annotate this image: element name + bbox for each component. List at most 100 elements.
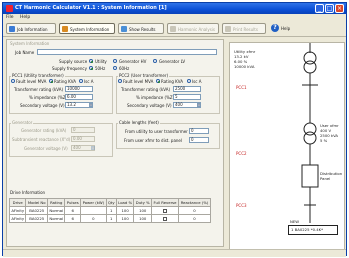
pcc1-row-label: % impedance (%Z)	[29, 95, 68, 100]
job-name-label: Job Name	[15, 50, 35, 55]
radio-label: Isc A	[84, 79, 94, 84]
tab-system-information[interactable]: System Information	[59, 23, 115, 34]
column-header: Model No	[25, 198, 49, 207]
pcc2-radio-isc[interactable]	[187, 79, 191, 83]
drive-information-table: Drive Model No Rating Pulses Power (kW) …	[8, 198, 211, 223]
pcc1-radio-rating[interactable]	[49, 79, 53, 83]
chevron-down-icon[interactable]: ▾	[89, 103, 93, 107]
qty-cell[interactable]: 1	[105, 206, 117, 215]
job-name-input[interactable]	[37, 49, 217, 55]
pcc2-row-label: % impedance (%Z)	[136, 95, 175, 100]
generator-row-label: Generator voltage (V)	[24, 146, 68, 151]
pcc2-impedance-input[interactable]: 5	[173, 94, 201, 100]
model-cell[interactable]: BA0225	[25, 214, 49, 223]
pulses-cell[interactable]: 6	[64, 206, 82, 215]
radio-label: Utility	[95, 59, 107, 64]
minimize-button[interactable]: _	[315, 4, 324, 13]
model-cell[interactable]: BA0225	[25, 206, 49, 215]
radio-label: 50Hz	[95, 66, 106, 71]
app-window: CT Harmonic Calculator V1.1 : System Inf…	[2, 2, 347, 257]
rating-cell[interactable]: Normal	[47, 214, 66, 223]
table-row[interactable]: AFinity BA0225 Normal 6 0 1 100 100 0	[8, 214, 211, 223]
table-header-row: Drive Model No Rating Pulses Power (kW) …	[8, 198, 211, 207]
load-cell[interactable]: 100	[115, 214, 135, 223]
cable-row-label: From utility to user transformer	[125, 129, 188, 134]
network-icon	[62, 26, 68, 32]
app-icon	[6, 5, 13, 12]
rating-cell[interactable]: Normal	[47, 206, 66, 215]
column-header: Qty	[105, 198, 117, 207]
column-header: Reactance (%)	[178, 198, 211, 207]
pulses-cell[interactable]: 6	[64, 214, 82, 223]
cable-lengths-group	[116, 123, 220, 149]
tab-job-information[interactable]: Job Information	[6, 23, 56, 34]
help-icon: ?	[271, 24, 279, 32]
reactance-cell[interactable]: 0	[178, 214, 211, 223]
generator-rating-input: 0	[71, 127, 95, 133]
power-cell[interactable]: 0	[80, 214, 107, 223]
chevron-down-icon[interactable]: ▾	[197, 103, 201, 107]
tab-help[interactable]: ? Help	[269, 23, 297, 34]
load-cell[interactable]: 100	[115, 206, 135, 215]
tab-print-results: Print Results	[222, 23, 266, 34]
cable-utility-to-user-input[interactable]: 0	[189, 128, 209, 134]
duty-cell[interactable]: 100	[133, 214, 152, 223]
user-xfmr-info: User xfmr 400 V 2500 kVA 5 %	[320, 123, 339, 143]
pcc2-radio-rating[interactable]	[156, 79, 160, 83]
reverse-cell[interactable]	[150, 214, 180, 223]
table-row[interactable]: AFinity BA0225 Normal 6 1 100 100 0	[8, 206, 211, 215]
tab-label: System Information	[70, 27, 110, 32]
pcc2-radio-fault-level[interactable]	[118, 79, 122, 83]
pcc1-impedance-input[interactable]: 6.00	[65, 94, 93, 100]
tab-label: Print Results	[233, 27, 258, 32]
radio-50hz[interactable]	[89, 66, 93, 70]
cable-row-label: From user xfmr to dist. panel	[124, 138, 182, 143]
duty-cell[interactable]: 100	[133, 206, 152, 215]
pcc2-transformer-rating-input[interactable]: 2500	[173, 86, 201, 92]
user-xfmr-impedance: 5 %	[320, 138, 328, 143]
radio-label: Rating KVA	[161, 79, 184, 84]
column-header: Power (kW)	[80, 198, 107, 207]
document-icon	[9, 26, 15, 32]
results-icon	[121, 26, 127, 32]
qty-cell[interactable]: 1	[105, 214, 117, 223]
drive-box[interactable]: 1 BA0225 *0.4K*	[288, 225, 338, 235]
pcc1-row-label: Transformer rating (kVA)	[14, 87, 64, 92]
pcc1-transformer-rating-input[interactable]: 10000	[65, 86, 93, 92]
menu-help[interactable]: Help	[20, 15, 30, 20]
title-bar[interactable]: CT Harmonic Calculator V1.1 : System Inf…	[3, 3, 346, 14]
tab-harmonic-analysis: Harmonic Analysis	[167, 23, 219, 34]
radio-utility[interactable]	[89, 59, 93, 63]
radio-60hz[interactable]	[113, 66, 117, 70]
supply-frequency-label: Supply frequency	[52, 66, 87, 71]
radio-generator-hv[interactable]	[113, 59, 117, 63]
pcc1-title: PCC1 (Utility transformer)	[11, 73, 65, 78]
reverse-checkbox[interactable]	[163, 217, 168, 221]
drive-cell[interactable]: AFinity	[8, 214, 27, 223]
close-button[interactable]: ×	[335, 4, 344, 13]
tab-show-results[interactable]: Show Results	[118, 23, 164, 34]
power-cell[interactable]	[80, 206, 107, 215]
cable-xfmr-to-panel-input[interactable]: 0	[189, 137, 209, 143]
tab-label: Show Results	[129, 27, 156, 32]
status-bar	[3, 249, 346, 257]
maximize-button[interactable]: □	[325, 4, 334, 13]
drive-cell[interactable]: AFinity	[8, 206, 27, 215]
column-header: Duty %	[133, 198, 152, 207]
window-title: CT Harmonic Calculator V1.1 : System Inf…	[15, 5, 167, 11]
pcc3-marker: PCC3	[236, 203, 247, 208]
pcc1-radio-fault-level[interactable]	[11, 79, 15, 83]
reverse-cell[interactable]	[150, 206, 180, 215]
column-header: Full Reverse	[150, 198, 180, 207]
one-line-diagram: Utility xfmr 13.2 kV 6.00 % 10000 kVA PC…	[229, 42, 345, 252]
pcc1-marker: PCC1	[236, 85, 247, 90]
menu-file[interactable]: File	[6, 15, 14, 20]
chevron-down-icon: ▾	[91, 146, 95, 150]
section-title: System Information	[10, 41, 50, 46]
radio-generator-lv[interactable]	[153, 59, 157, 63]
pcc2-title: PCC2 (User transformer)	[118, 73, 170, 78]
pcc1-radio-isc[interactable]	[79, 79, 83, 83]
reverse-checkbox[interactable]	[163, 209, 168, 213]
reactance-cell[interactable]: 0	[178, 206, 211, 215]
pcc2-marker: PCC2	[236, 151, 247, 156]
